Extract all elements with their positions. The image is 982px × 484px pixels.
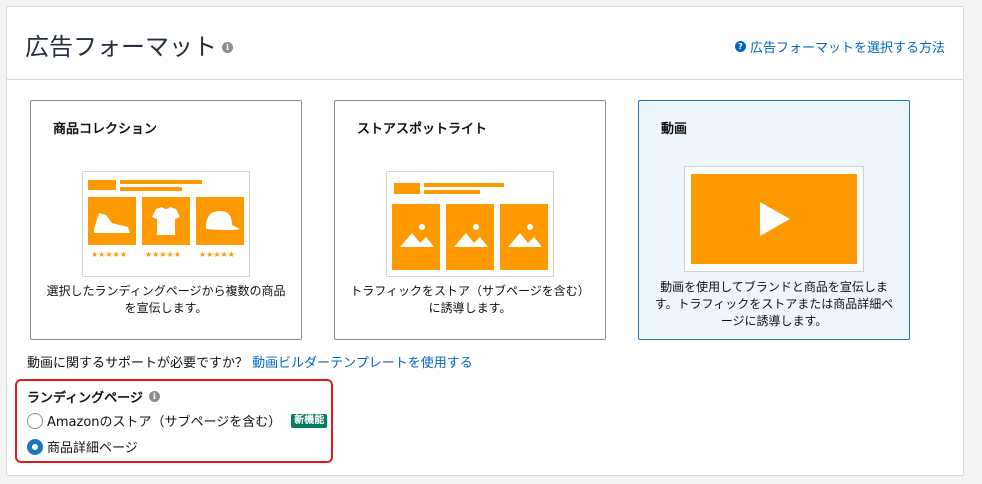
info-icon[interactable]: i (222, 42, 233, 53)
card-description: 選択したランディングページから複数の商品を宣伝します。 (46, 284, 286, 315)
help-question-icon: ? (734, 41, 746, 52)
page-title: 広告フォーマット i (25, 27, 233, 62)
landing-option-product-detail[interactable]: 商品詳細ページ (27, 437, 138, 456)
help-link-text[interactable]: 広告フォーマットを選択する方法 (750, 37, 945, 56)
card-description: 動画を使用してブランドと商品を宣伝します。トラフィックをストアまたは商品詳細ペー… (654, 280, 894, 328)
support-line: 動画に関するサポートが必要ですか？ 動画ビルダーテンプレートを使用する (27, 352, 473, 371)
landing-page-section-title: ランディングページ i (27, 387, 160, 406)
radio-button-checked[interactable] (27, 438, 43, 455)
card-title: 動画 (661, 122, 688, 137)
product-collection-illustration: ★★★★★ ★★★★★ ★★★★★ (82, 171, 250, 277)
help-link[interactable]: ? 広告フォーマットを選択する方法 (734, 37, 945, 56)
video-builder-link[interactable]: 動画ビルダーテンプレートを使用する (252, 356, 473, 371)
card-title: 商品コレクション (53, 122, 158, 137)
card-video[interactable]: 動画 動画を使用してブランドと商品を宣伝します。トラフィックをストアまたは商品詳… (638, 100, 910, 340)
new-badge: 新機能 (291, 413, 328, 428)
card-product-collection[interactable]: 商品コレクション ★★★★★ ★★★★★ ★★★★★ 選択したランディングページ… (30, 100, 302, 340)
card-description: トラフィックをストア（サブページを含む）に誘導します。 (350, 284, 590, 315)
panel-header: 広告フォーマット i ? 広告フォーマットを選択する方法 (7, 7, 963, 80)
svg-text:★★★★★: ★★★★★ (199, 250, 235, 259)
card-store-spotlight[interactable]: ストアスポットライト トラフィックをストア（サブページを含む）に誘導します。 (334, 100, 606, 340)
landing-page-title-text: ランディングページ (27, 391, 143, 406)
radio-button[interactable] (27, 412, 43, 429)
radio-label: Amazonのストア（サブページを含む） (47, 415, 282, 430)
svg-text:★★★★★: ★★★★★ (145, 250, 181, 259)
support-question: 動画に関するサポートが必要ですか？ (27, 356, 249, 371)
landing-option-amazon-store[interactable]: Amazonのストア（サブページを含む） 新機能 (27, 411, 328, 430)
video-illustration (684, 166, 864, 272)
radio-label: 商品詳細ページ (47, 441, 138, 456)
info-icon[interactable]: i (148, 391, 160, 402)
card-title: ストアスポットライト (357, 122, 488, 137)
svg-text:★★★★★: ★★★★★ (91, 250, 127, 259)
ad-format-panel: 広告フォーマット i ? 広告フォーマットを選択する方法 商品コレクション ★★… (6, 6, 964, 476)
page-title-text: 広告フォーマット (25, 33, 217, 61)
store-spotlight-illustration (386, 171, 554, 277)
